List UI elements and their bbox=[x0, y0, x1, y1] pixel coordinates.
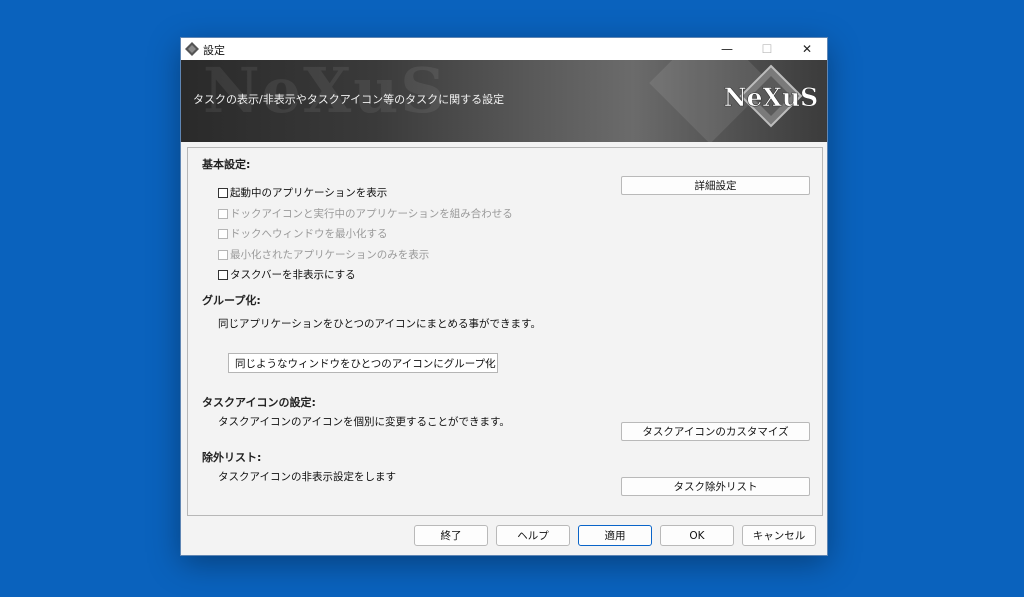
header-banner: NeXuS タスクの表示/非表示やタスクアイコン等のタスクに関する設定 NeXu… bbox=[181, 60, 827, 142]
chevron-down-icon: ⌵ bbox=[484, 357, 491, 367]
advanced-settings-button[interactable]: 詳細設定 bbox=[621, 176, 810, 195]
customize-task-icon-button[interactable]: タスクアイコンのカスタマイズ bbox=[621, 422, 810, 441]
exclude-list-description: タスクアイコンの非表示設定をします bbox=[218, 471, 396, 483]
checkbox-box[interactable] bbox=[218, 208, 228, 219]
title-bar[interactable]: 設定 — ☐ ✕ bbox=[181, 38, 827, 60]
close-button[interactable]: ✕ bbox=[787, 38, 827, 60]
checkbox-label: タスクバーを非表示にする bbox=[230, 269, 356, 281]
checkbox-label: 最小化されたアプリケーションのみを表示 bbox=[230, 249, 430, 261]
exclude-list-title: 除外リスト: bbox=[202, 451, 262, 464]
checkbox-box[interactable] bbox=[218, 187, 228, 198]
task-exclude-list-button[interactable]: タスク除外リスト bbox=[621, 477, 810, 496]
checkbox-hide-taskbar[interactable]: タスクバーを非表示にする bbox=[218, 267, 356, 282]
minimize-button[interactable]: — bbox=[707, 38, 747, 60]
ok-button[interactable]: OK bbox=[660, 525, 734, 546]
checkbox-show-running-apps[interactable]: 起動中のアプリケーションを表示 bbox=[218, 185, 387, 200]
logo-text: NeXuS bbox=[724, 83, 818, 112]
maximize-button[interactable]: ☐ bbox=[747, 38, 787, 60]
apply-button[interactable]: 適用 bbox=[578, 525, 652, 546]
grouping-select-value: 同じようなウィンドウをひとつのアイコンにグループ化 bbox=[235, 357, 496, 370]
grouping-title: グループ化: bbox=[202, 294, 261, 307]
checkbox-label: ドックアイコンと実行中のアプリケーションを組み合わせる bbox=[230, 208, 513, 220]
settings-window: 設定 — ☐ ✕ NeXuS タスクの表示/非表示やタスクアイコン等のタスクに関… bbox=[181, 38, 827, 555]
help-button[interactable]: ヘルプ bbox=[496, 525, 570, 546]
task-icon-description: タスクアイコンのアイコンを個別に変更することができます。 bbox=[218, 416, 510, 428]
nexus-app-icon bbox=[185, 42, 199, 56]
task-settings-panel: 基本設定: 起動中のアプリケーションを表示 ドックアイコンと実行中のアプリケーシ… bbox=[187, 147, 823, 516]
exit-button[interactable]: 終了 bbox=[414, 525, 488, 546]
checkbox-label: 起動中のアプリケーションを表示 bbox=[230, 187, 388, 199]
checkbox-box[interactable] bbox=[218, 249, 228, 260]
grouping-select[interactable]: 同じようなウィンドウをひとつのアイコンにグループ化 ⌵ bbox=[228, 353, 498, 373]
checkbox-label: ドックへウィンドウを最小化する bbox=[230, 228, 388, 240]
nexus-logo: NeXuS bbox=[724, 64, 818, 128]
checkbox-box[interactable] bbox=[218, 228, 228, 239]
cancel-button[interactable]: キャンセル bbox=[742, 525, 816, 546]
checkbox-box[interactable] bbox=[218, 269, 228, 280]
checkbox-combine-dock-icons[interactable]: ドックアイコンと実行中のアプリケーションを組み合わせる bbox=[218, 206, 513, 221]
checkbox-show-minimized-only[interactable]: 最小化されたアプリケーションのみを表示 bbox=[218, 247, 429, 262]
window-title: 設定 bbox=[203, 44, 225, 57]
banner-description: タスクの表示/非表示やタスクアイコン等のタスクに関する設定 bbox=[193, 93, 505, 106]
basic-settings-title: 基本設定: bbox=[202, 158, 251, 171]
task-icon-settings-title: タスクアイコンの設定: bbox=[202, 396, 316, 409]
grouping-description: 同じアプリケーションをひとつのアイコンにまとめる事ができます。 bbox=[218, 318, 541, 330]
checkbox-minimize-to-dock[interactable]: ドックへウィンドウを最小化する bbox=[218, 226, 388, 241]
